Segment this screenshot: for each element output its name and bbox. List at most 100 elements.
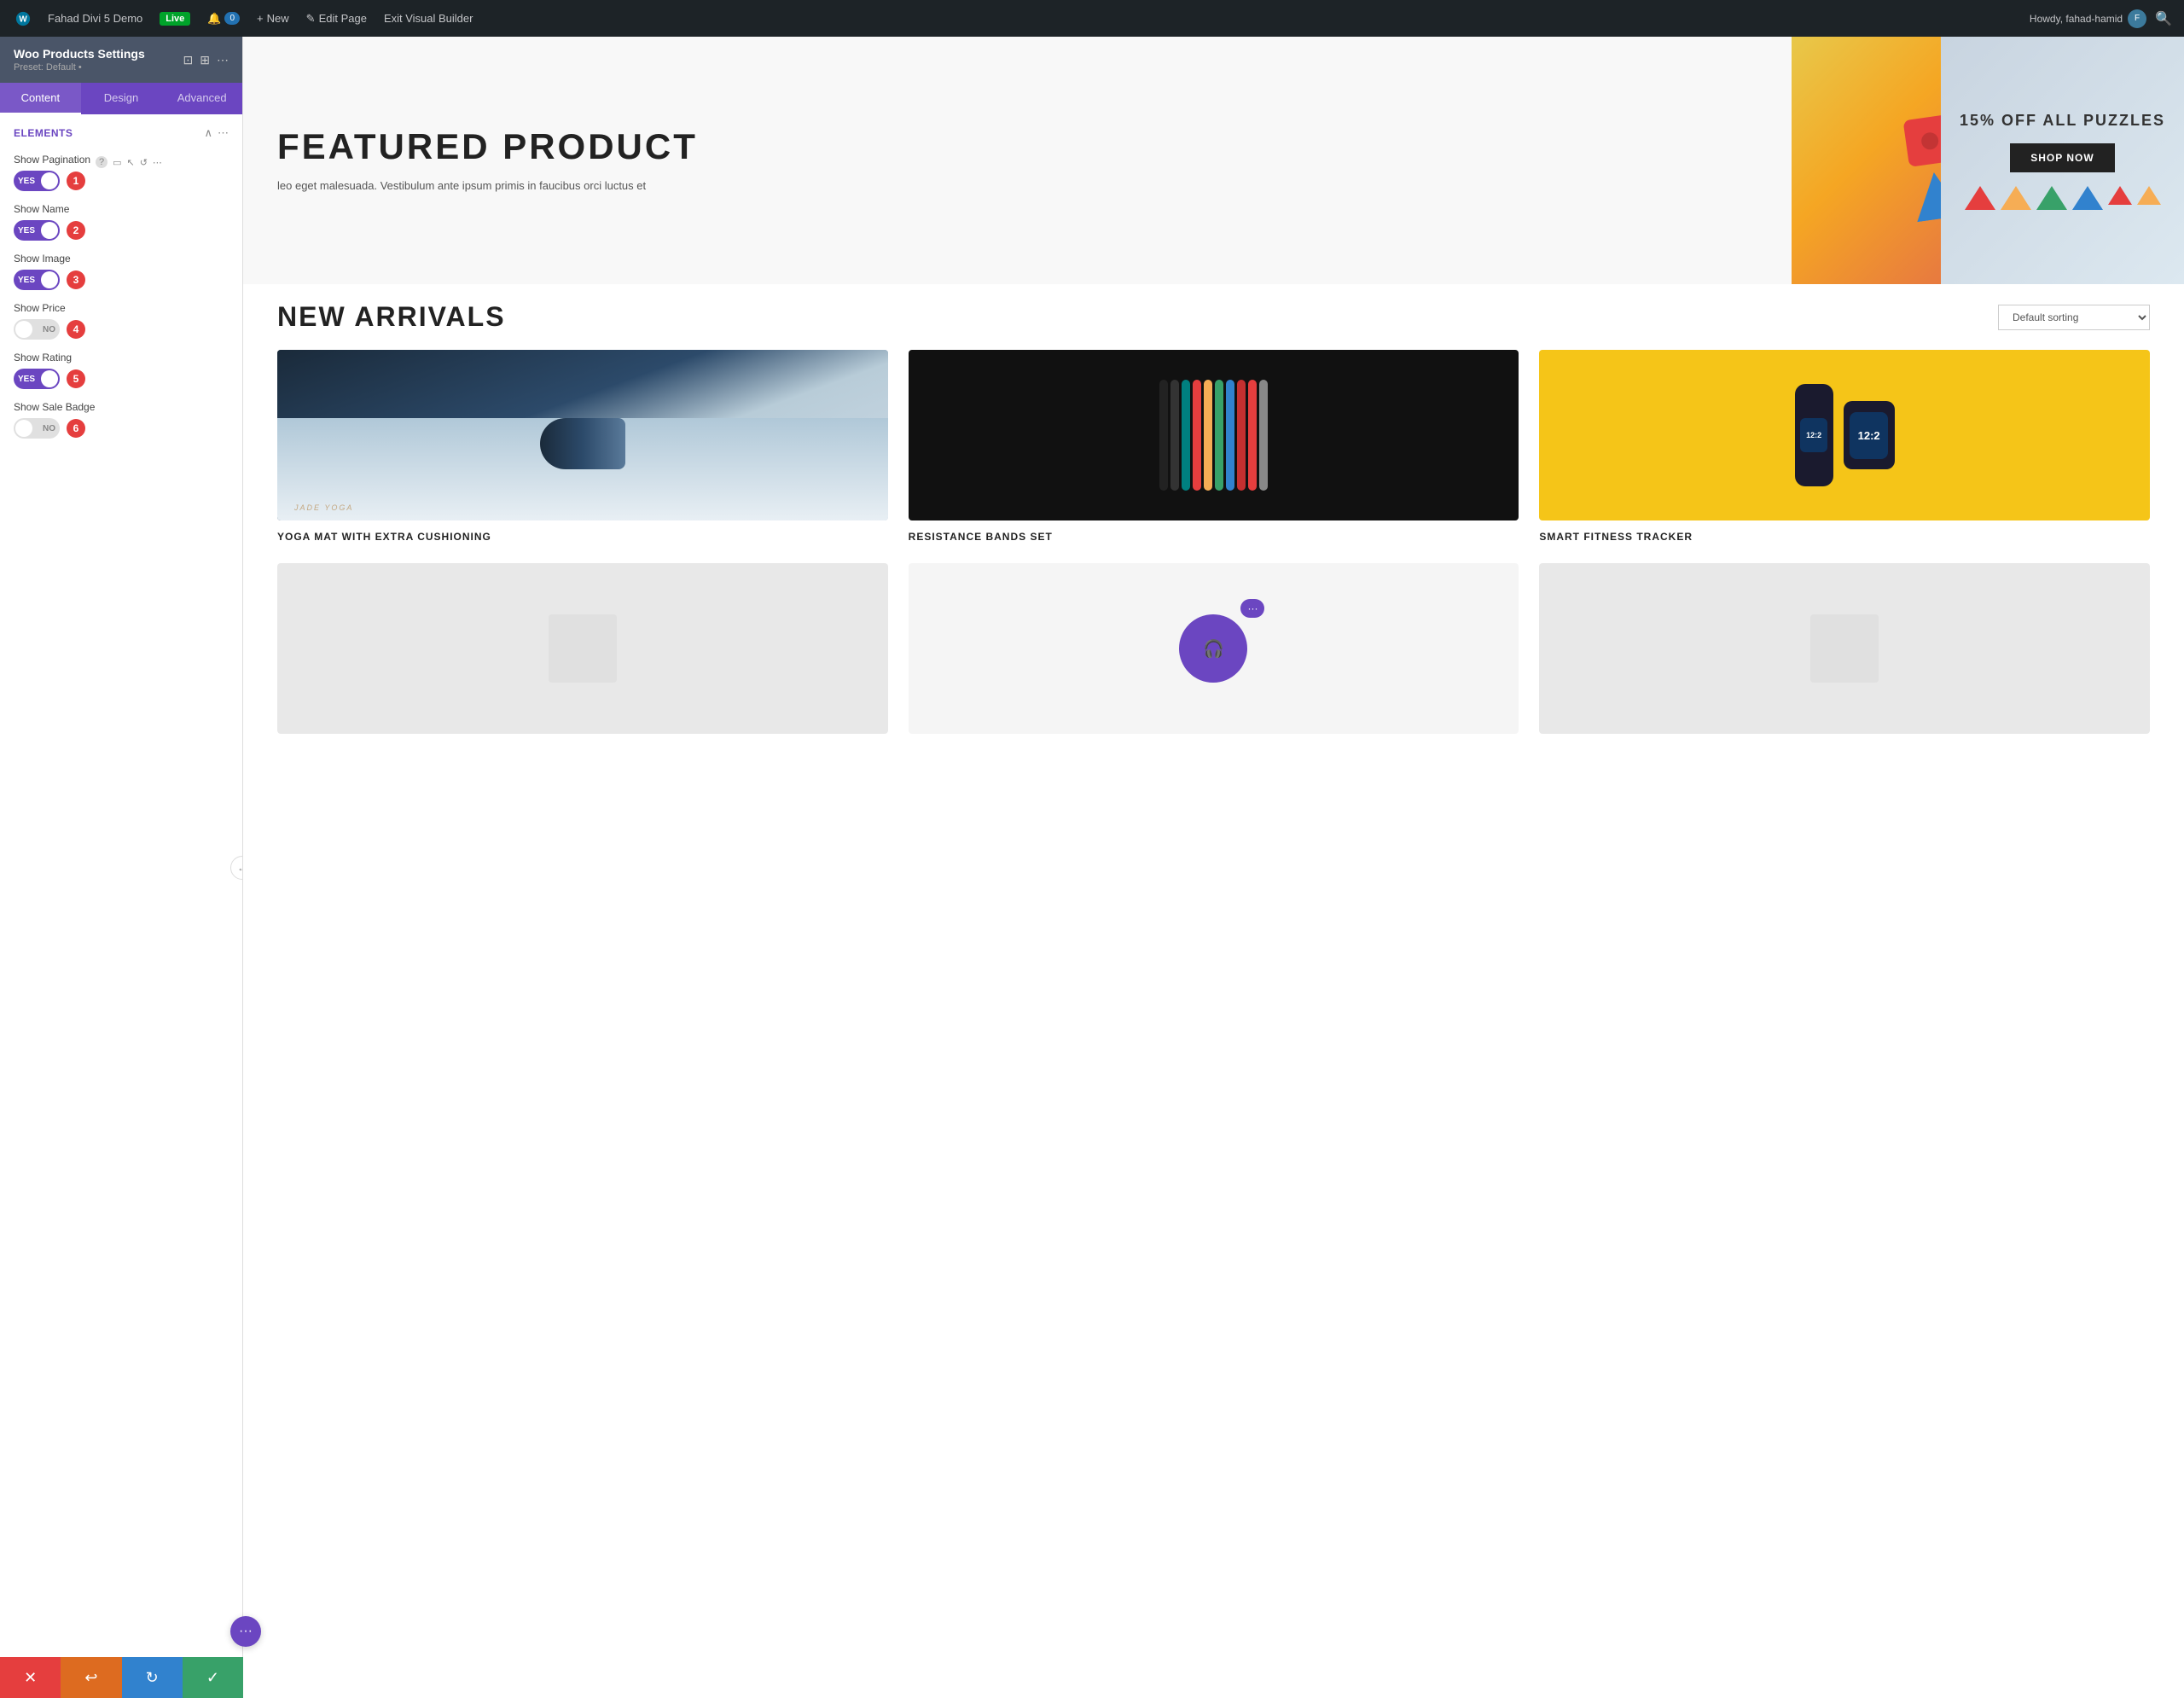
panel-header: Woo Products Settings Preset: Default • … (0, 37, 242, 83)
notifications-count: 0 (224, 12, 240, 25)
band-orange (1204, 380, 1212, 491)
panel-header-icons: ⊡ ⊞ ⋯ (183, 53, 229, 67)
product-card-yoga[interactable]: JADE YOGA YOGA MAT WITH EXTRA CUSHIONING (277, 350, 888, 543)
minimize-icon[interactable]: ⊡ (183, 53, 194, 67)
tab-content[interactable]: Content (0, 83, 81, 114)
new-post-item[interactable]: + New (250, 9, 296, 28)
tab-advanced[interactable]: Advanced (161, 83, 242, 114)
cancel-button[interactable]: ✕ (0, 1657, 61, 1698)
field-show-sale-badge: Show Sale Badge YES NO 6 (14, 401, 229, 439)
badge-3: 3 (67, 270, 85, 289)
band-gray (1259, 380, 1268, 491)
expand-icon[interactable]: ⊞ (200, 53, 210, 67)
band-dark-1 (1170, 380, 1179, 491)
howdy-label: Howdy, fahad-hamid (2030, 13, 2123, 25)
product-card-tracker[interactable]: 12:2 12:2 SMART FITNESS TRACKER (1539, 350, 2150, 543)
triangle-green (2036, 186, 2067, 210)
undo-button[interactable]: ↩ (61, 1657, 121, 1698)
shop-now-button[interactable]: SHOP NOW (2010, 143, 2114, 172)
toggle-thumb-sale-badge (15, 420, 32, 437)
help-icon-pagination[interactable]: ? (96, 156, 107, 168)
shop-banner-title: 15% OFF ALL PUZZLES (1943, 112, 2182, 130)
page-wrapper: Woo Products Settings Preset: Default • … (0, 37, 2184, 1698)
field-show-price: Show Price YES NO 4 (14, 302, 229, 340)
yoga-mat-visual: JADE YOGA (277, 350, 888, 520)
field-show-image: Show Image YES NO 3 (14, 253, 229, 290)
panel-title-area: Woo Products Settings Preset: Default • (14, 47, 145, 73)
toggle-row-sale-badge: YES NO 6 (14, 418, 229, 439)
badge-4: 4 (67, 320, 85, 339)
toggle-row-image: YES NO 3 (14, 270, 229, 290)
new-arrivals-header: NEW ARRIVALS Default sorting Sort by pop… (243, 284, 2184, 341)
new-arrivals-title: NEW ARRIVALS (277, 301, 506, 333)
panel-preset-label: Preset: Default • (14, 62, 145, 73)
field-label-row-name: Show Name (14, 203, 229, 220)
edit-page-item[interactable]: ✎ Edit Page (299, 9, 374, 29)
live-badge-item[interactable]: Live (153, 9, 197, 29)
section-more-icon[interactable]: ⋯ (218, 126, 229, 140)
toggle-name[interactable]: YES NO (14, 220, 60, 241)
field-label-pagination: Show Pagination (14, 154, 90, 166)
save-button[interactable]: ✓ (183, 1657, 243, 1698)
sorting-select[interactable]: Default sorting Sort by popularity Sort … (1998, 305, 2150, 330)
collapse-icon[interactable]: ∧ (204, 126, 212, 140)
product-card-placeholder-1[interactable] (277, 563, 888, 744)
more-icon-pagination[interactable]: ⋯ (153, 157, 162, 168)
field-label-row-pagination: Show Pagination ? ▭ ↖ ↺ ⋯ (14, 154, 229, 171)
svg-text:W: W (19, 15, 27, 24)
toggle-image[interactable]: YES NO (14, 270, 60, 290)
band-darkred (1237, 380, 1246, 491)
site-name-label: Fahad Divi 5 Demo (48, 12, 142, 25)
toggle-price[interactable]: YES NO (14, 319, 60, 340)
triangle-red (1965, 186, 1995, 210)
featured-text-area: FEATURED PRODUCT leo eget malesuada. Ves… (243, 37, 1792, 284)
yoga-mat-inner: JADE YOGA (277, 350, 888, 520)
product-image-yoga: JADE YOGA (277, 350, 888, 520)
avatar[interactable]: F (2128, 9, 2146, 28)
toggle-thumb-name (41, 222, 58, 239)
site-name-item[interactable]: Fahad Divi 5 Demo (41, 9, 149, 28)
product-card-placeholder-2[interactable] (1539, 563, 2150, 744)
triangles-decoration (1948, 186, 2178, 210)
settings-panel: Woo Products Settings Preset: Default • … (0, 37, 243, 1698)
toggle-row-price: YES NO 4 (14, 319, 229, 340)
elements-section-header: Elements ∧ ⋯ (14, 126, 229, 140)
tracker-band-1: 12:2 (1795, 384, 1833, 486)
wp-logo-item[interactable]: W (9, 8, 38, 30)
toggle-sale-badge[interactable]: YES NO (14, 418, 60, 439)
field-label-row-image: Show Image (14, 253, 229, 270)
triangle-orange (2001, 186, 2031, 210)
cursor-icon-pagination[interactable]: ↖ (126, 157, 134, 168)
toggle-no-label-price: NO (43, 325, 55, 334)
more-options-icon[interactable]: ⋯ (217, 53, 229, 67)
product-card-headphone[interactable]: 🎧 ··· (909, 563, 1519, 744)
notifications-item[interactable]: 🔔 0 (200, 9, 247, 29)
redo-button[interactable]: ↻ (122, 1657, 183, 1698)
featured-description: leo eget malesuada. Vestibulum ante ipsu… (277, 177, 1757, 195)
tracker-main-device: 12:2 (1844, 401, 1895, 469)
toggle-yes-label-rating: YES (18, 375, 35, 384)
search-icon[interactable]: 🔍 (2152, 7, 2175, 31)
product-image-headphone: 🎧 ··· (909, 563, 1519, 734)
admin-bar: W Fahad Divi 5 Demo Live 🔔 0 + New ✎ Edi… (0, 0, 2184, 37)
band-red-1 (1193, 380, 1201, 491)
toggle-thumb-price (15, 321, 32, 338)
exit-builder-item[interactable]: Exit Visual Builder (377, 9, 480, 28)
badge-6: 6 (67, 419, 85, 438)
product-chat-indicator[interactable]: ··· (1240, 599, 1264, 618)
triangle-orange-sm (2137, 186, 2161, 205)
desktop-icon-pagination[interactable]: ▭ (113, 157, 121, 168)
product-card-bands[interactable]: RESISTANCE BANDS SET (909, 350, 1519, 543)
tab-design[interactable]: Design (81, 83, 162, 114)
field-label-row-sale-badge: Show Sale Badge (14, 401, 229, 418)
admin-bar-right: Howdy, fahad-hamid F 🔍 (2030, 7, 2175, 31)
toggle-pagination[interactable]: YES NO (14, 171, 60, 191)
chat-bubble[interactable]: ··· (230, 1616, 261, 1647)
field-label-image: Show Image (14, 253, 71, 265)
panel-tabs: Content Design Advanced (0, 83, 242, 114)
panel-body: Elements ∧ ⋯ Show Pagination ? ▭ ↖ ↺ ⋯ (0, 114, 242, 1698)
toggle-rating[interactable]: YES NO (14, 369, 60, 389)
headphone-container: 🎧 ··· (1179, 614, 1247, 683)
field-show-pagination: Show Pagination ? ▭ ↖ ↺ ⋯ YES NO 1 (14, 154, 229, 191)
reset-icon-pagination[interactable]: ↺ (140, 157, 148, 168)
